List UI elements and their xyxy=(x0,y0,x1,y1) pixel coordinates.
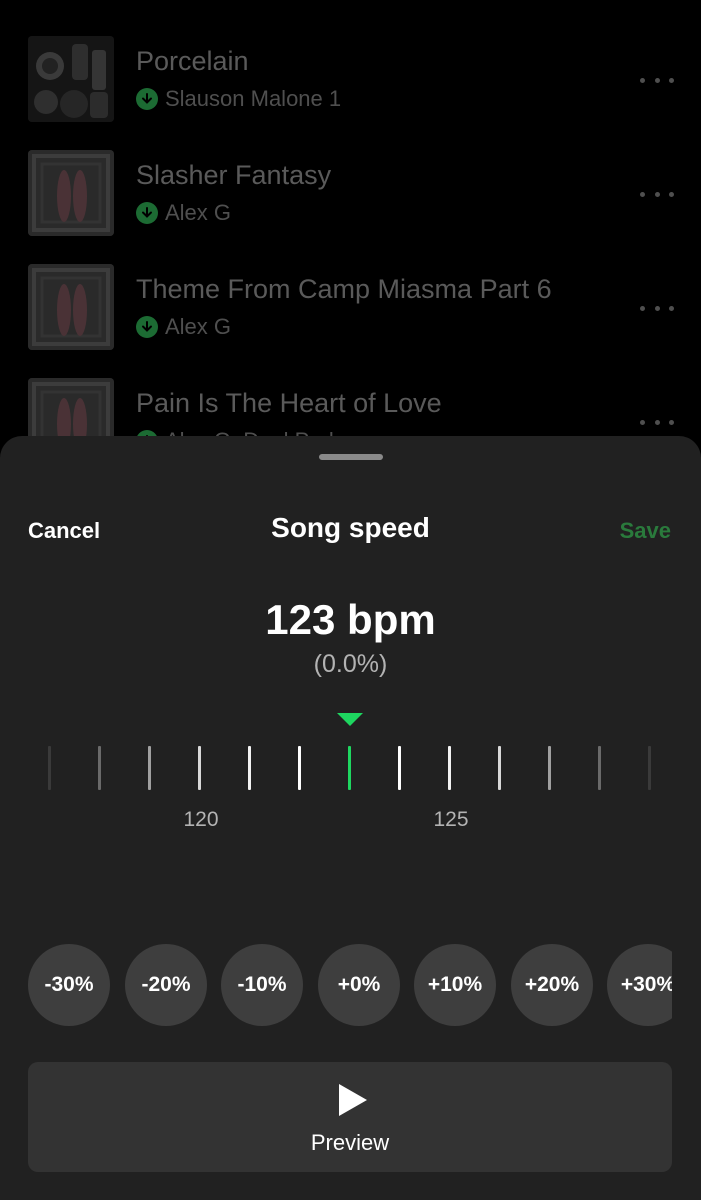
track-row[interactable]: Porcelain Slauson Malone 1 xyxy=(0,0,701,122)
play-icon xyxy=(339,1084,367,1116)
track-artist: Slauson Malone 1 xyxy=(165,86,342,111)
ruler-tick xyxy=(98,746,101,790)
ruler-tick xyxy=(498,746,501,790)
more-icon[interactable] xyxy=(640,412,674,432)
triangle-down-icon xyxy=(337,713,363,726)
track-subtitle: Slauson Malone 1 xyxy=(136,86,341,112)
preview-button[interactable]: Preview xyxy=(28,1062,672,1172)
track-title: Theme From Camp Miasma Part 6 xyxy=(136,274,552,304)
more-icon[interactable] xyxy=(640,184,674,204)
track-row[interactable]: Slasher Fantasy Alex G xyxy=(0,114,701,236)
track-title: Slasher Fantasy xyxy=(136,160,332,190)
preset-plus-10-button[interactable]: +10% xyxy=(414,944,496,1026)
preset-minus-20-button[interactable]: -20% xyxy=(125,944,207,1026)
download-icon xyxy=(136,88,158,110)
tick-label: 125 xyxy=(433,808,469,831)
more-icon[interactable] xyxy=(640,298,674,318)
song-speed-sheet: Cancel Song speed Save 123 bpm (0.0%) 12… xyxy=(0,436,701,1200)
track-row[interactable]: Theme From Camp Miasma Part 6 Alex G xyxy=(0,228,701,350)
ruler-tick xyxy=(48,746,51,790)
preset-minus-30-button[interactable]: -30% xyxy=(28,944,110,1026)
track-title: Pain Is The Heart of Love xyxy=(136,388,442,418)
ruler-tick xyxy=(648,746,651,790)
ruler-tick xyxy=(598,746,601,790)
percent-change: (0.0%) xyxy=(313,650,388,678)
ruler-tick xyxy=(298,746,301,790)
tick-label: 120 xyxy=(183,808,219,831)
track-subtitle: Alex G xyxy=(136,200,231,226)
sheet-title: Song speed xyxy=(271,512,430,543)
drag-handle[interactable] xyxy=(319,454,383,460)
more-icon[interactable] xyxy=(640,70,674,90)
album-art xyxy=(28,150,114,236)
track-title: Porcelain xyxy=(136,46,249,76)
ruler-tick xyxy=(198,746,201,790)
ruler-tick xyxy=(448,746,451,790)
preset-zero-button[interactable]: +0% xyxy=(318,944,400,1026)
ruler-tick xyxy=(398,746,401,790)
bpm-ruler[interactable] xyxy=(0,746,701,790)
track-artist: Alex G xyxy=(165,314,232,339)
preset-plus-30-button[interactable]: +30% xyxy=(607,944,672,1026)
preset-plus-20-button[interactable]: +20% xyxy=(511,944,593,1026)
track-artist: Alex G xyxy=(165,200,232,225)
ruler-tick xyxy=(248,746,251,790)
track-subtitle: Alex G xyxy=(136,314,231,340)
ruler-tick xyxy=(548,746,551,790)
track-list: Porcelain Slauson Malone 1 Slasher Fanta… xyxy=(0,0,701,464)
bpm-value: 123 bpm xyxy=(265,596,436,643)
ruler-current-tick xyxy=(348,746,351,790)
save-button[interactable]: Save xyxy=(620,518,671,544)
preset-minus-10-button[interactable]: -10% xyxy=(221,944,303,1026)
album-art xyxy=(28,264,114,350)
ruler-tick xyxy=(148,746,151,790)
preview-label: Preview xyxy=(310,1130,390,1155)
speed-presets: -30% -20% -10% +0% +10% +20% +30% xyxy=(0,944,672,1026)
album-art xyxy=(28,36,114,122)
download-icon xyxy=(136,316,158,338)
download-icon xyxy=(136,202,158,224)
